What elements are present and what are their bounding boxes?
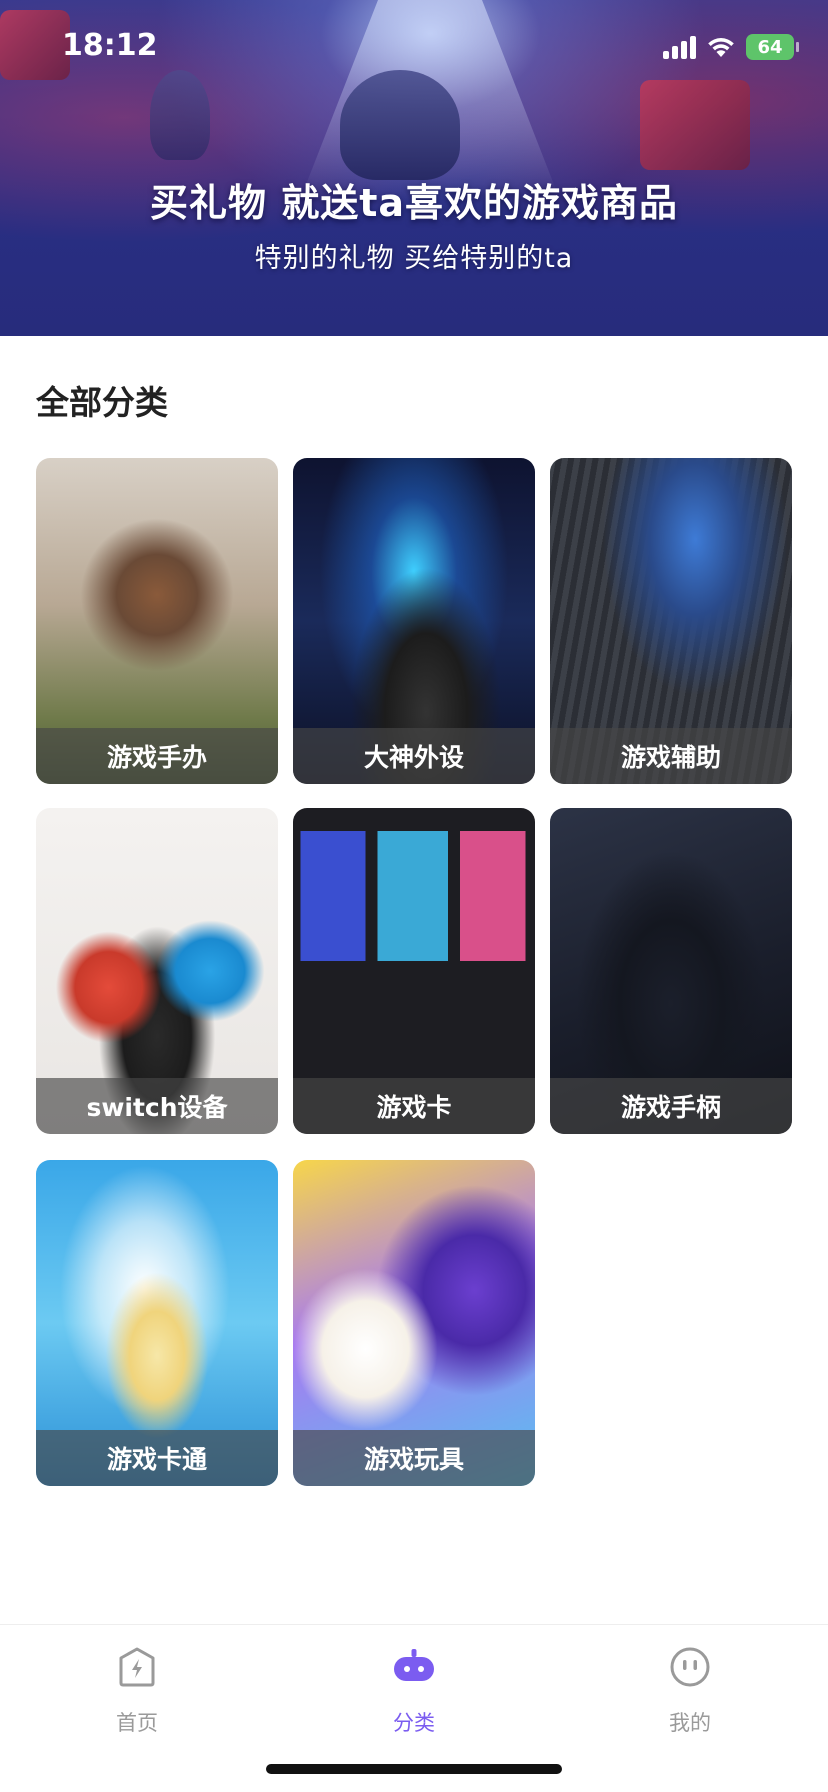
tab-label: 分类 [393,1711,435,1735]
banner-title: 买礼物 就送ta喜欢的游戏商品 [149,181,679,225]
wifi-icon [708,38,734,57]
category-card-controllers[interactable]: 游戏手柄 [550,808,792,1134]
category-label: 大神外设 [293,728,535,784]
battery-icon: 64 [746,34,799,60]
tab-mine[interactable]: 我的 [630,1645,750,1737]
home-icon [119,1647,155,1687]
category-card-assist[interactable]: 游戏辅助 [550,458,792,784]
status-time: 18:12 [62,28,158,63]
category-label: 游戏辅助 [550,728,792,784]
category-card-cartoon[interactable]: 游戏卡通 [36,1160,278,1486]
category-label: 游戏玩具 [293,1430,535,1486]
tab-label: 我的 [669,1711,711,1735]
tab-category[interactable]: 分类 [354,1645,474,1737]
banner-character [150,70,210,160]
banner-subtitle: 特别的礼物 买给特别的ta [254,243,574,274]
category-label: 游戏手柄 [550,1078,792,1134]
home-indicator[interactable] [266,1764,562,1774]
category-label: switch设备 [36,1078,278,1134]
category-label: 游戏卡通 [36,1430,278,1486]
cellular-signal-icon [663,35,696,59]
category-card-switch[interactable]: switch设备 [36,808,278,1134]
gamepad-icon [394,1649,434,1681]
section-title: 全部分类 [36,383,168,422]
category-card-game-cards[interactable]: 游戏卡 [293,808,535,1134]
category-card-figures[interactable]: 游戏手办 [36,458,278,784]
profile-icon [670,1647,710,1687]
banner-character [340,70,460,180]
battery-level: 64 [757,36,783,58]
banner-decor-crate [0,10,70,80]
banner-decor-crate [640,80,750,170]
tab-label: 首页 [116,1711,158,1735]
category-card-toys[interactable]: 游戏玩具 [293,1160,535,1486]
tab-home[interactable]: 首页 [77,1645,197,1737]
status-icons: 64 [663,34,799,60]
category-label: 游戏卡 [293,1078,535,1134]
category-card-peripherals[interactable]: 大神外设 [293,458,535,784]
category-label: 游戏手办 [36,728,278,784]
